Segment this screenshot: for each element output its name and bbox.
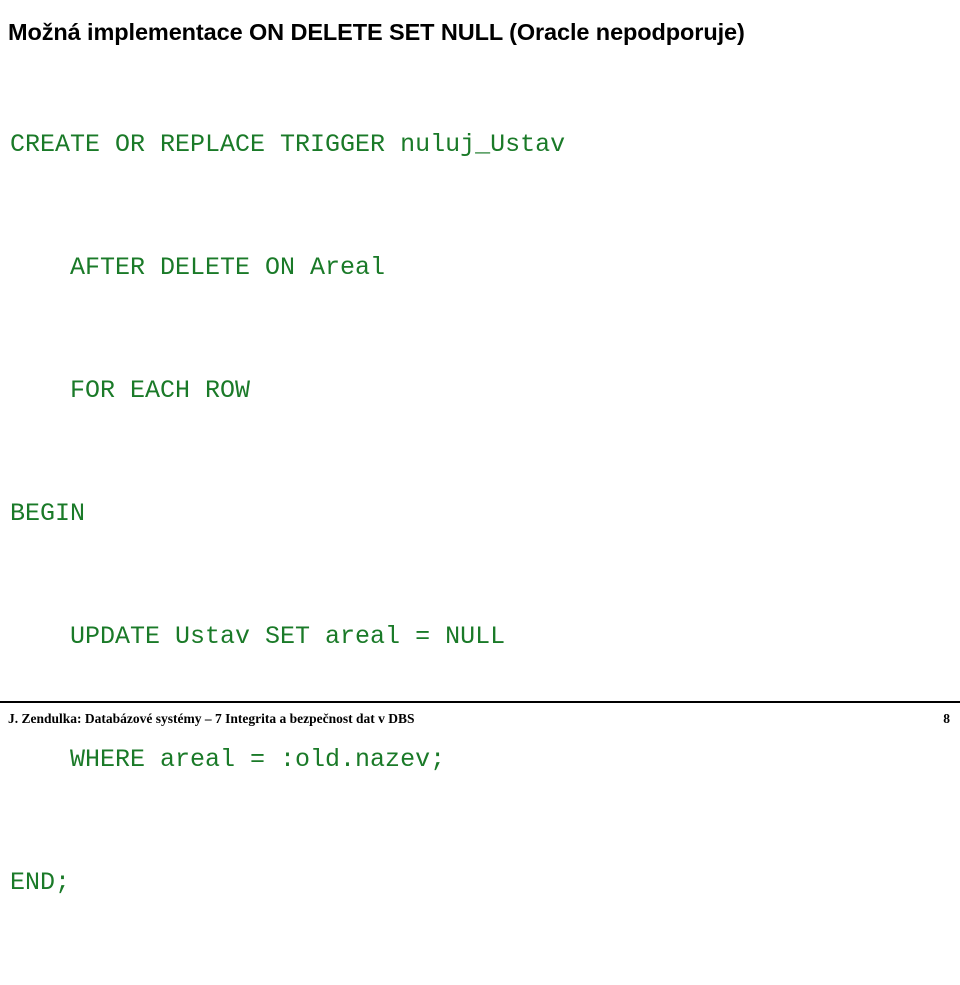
code-line: FOR EACH ROW <box>10 376 251 405</box>
footer-divider <box>0 701 960 703</box>
page-number: 8 <box>943 711 950 726</box>
code-block: CREATE OR REPLACE TRIGGER nuluj_Ustav AF… <box>10 42 940 985</box>
code-line: CREATE OR REPLACE TRIGGER nuluj_Ustav <box>10 130 566 159</box>
code-line: END; <box>10 868 71 897</box>
code-line: UPDATE Ustav SET areal = NULL <box>10 622 506 651</box>
slide-canvas: Možná implementace ON DELETE SET NULL (O… <box>0 0 960 897</box>
footer-attribution: J. Zendulka: Databázové systémy – 7 Inte… <box>8 711 415 726</box>
code-line: BEGIN <box>10 499 86 528</box>
code-line: WHERE areal = :old.nazev; <box>10 745 446 774</box>
code-line: AFTER DELETE ON Areal <box>10 253 386 282</box>
slide-footer: J. Zendulka: Databázové systémy – 7 Inte… <box>0 707 960 731</box>
